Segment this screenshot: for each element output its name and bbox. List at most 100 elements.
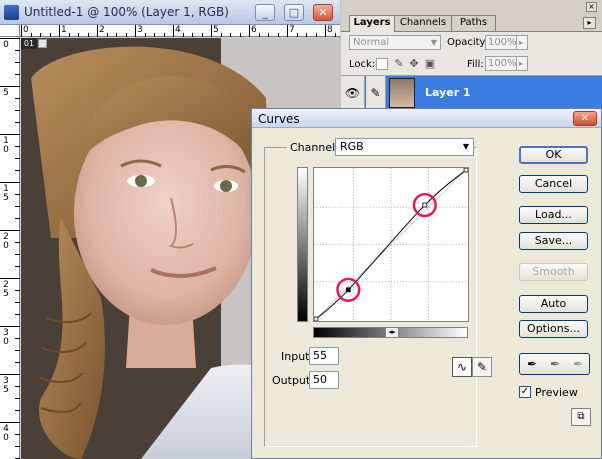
maximize-button[interactable]: □ [284, 4, 304, 21]
auto-button[interactable]: Auto [519, 295, 588, 313]
ruler-minor-tick [15, 170, 20, 171]
smooth-button: Smooth [519, 263, 588, 281]
gray-eyedropper-icon[interactable]: ✒ [545, 356, 565, 372]
ruler-label: 4 0 [3, 424, 9, 443]
dialog-title: Curves [258, 112, 300, 126]
layer-name[interactable]: Layer 1 [425, 86, 471, 99]
ruler-tick [173, 25, 174, 37]
options-button[interactable]: Options... [519, 320, 588, 338]
ruler-tick [0, 230, 20, 231]
close-button[interactable]: ✕ [313, 4, 333, 21]
brush-icon[interactable]: ✎ [366, 76, 386, 110]
vertical-ruler[interactable]: 0 5 1 0 1 5 2 0 2 5 3 0 3 5 4 0 [0, 37, 20, 459]
panel-drag-bar[interactable]: × [341, 0, 602, 14]
output-field[interactable]: 50 [309, 371, 339, 389]
ruler-minor-tick [15, 290, 20, 291]
ruler-origin[interactable] [0, 25, 20, 37]
channel-select[interactable]: RGB ▼ [335, 138, 474, 156]
ruler-minor-tick [144, 33, 146, 37]
ruler-label: 0 [23, 25, 29, 35]
ruler-tick [0, 38, 20, 39]
blend-mode-select[interactable]: Normal ▼ [349, 35, 441, 50]
ruler-tick [135, 25, 136, 37]
ruler-label: 5 [3, 88, 9, 98]
ok-button[interactable]: OK [519, 146, 588, 164]
save-button[interactable]: Save... [519, 232, 588, 250]
close-icon: ✕ [318, 6, 328, 19]
layer-row[interactable]: 👁 ✎ Layer 1 [341, 76, 602, 110]
gradient-toggle-icon[interactable]: ◂▸ [385, 327, 399, 338]
panel-menu-icon[interactable]: ▸ [583, 17, 596, 29]
ruler-minor-tick [15, 266, 20, 267]
opacity-label: Opacity: [447, 37, 489, 48]
lock-brush-icon[interactable]: ✎ [393, 58, 405, 70]
ruler-minor-tick [154, 33, 155, 37]
ruler-label: 2 0 [3, 232, 9, 251]
ruler-label: 4 [175, 25, 181, 35]
fill-arrow-icon[interactable]: ▸ [516, 56, 528, 71]
curve-point[interactable] [314, 316, 319, 321]
lock-all-icon[interactable]: ▣ [424, 58, 436, 70]
ruler-minor-tick [15, 398, 20, 399]
document-titlebar[interactable]: Untitled-1 @ 100% (Layer 1, RGB) _ □ ✕ [0, 0, 340, 25]
ruler-minor-tick [15, 302, 20, 303]
lock-transparency-icon[interactable] [376, 58, 388, 70]
curves-titlebar[interactable]: Curves ✕ [252, 109, 601, 128]
blend-mode-value: Normal [353, 37, 390, 48]
ruler-tick [249, 25, 250, 37]
white-eyedropper-icon[interactable]: ✒ [568, 356, 588, 372]
ruler-tick [211, 25, 212, 37]
ruler-minor-tick [125, 33, 127, 37]
ruler-label: 2 [99, 25, 105, 35]
tab-layers[interactable]: Layers [349, 15, 395, 32]
ruler-minor-tick [15, 314, 20, 315]
ruler-minor-tick [182, 33, 184, 37]
opacity-field[interactable]: 100% [485, 35, 517, 50]
ruler-label: 7 [289, 25, 295, 35]
minimize-button[interactable]: _ [255, 4, 275, 21]
ruler-tick [21, 25, 22, 37]
curve-graph[interactable] [313, 167, 469, 322]
input-field[interactable]: 55 [309, 347, 339, 365]
curve-point[interactable] [345, 287, 351, 293]
lock-move-icon[interactable]: ✥ [408, 58, 420, 70]
ruler-minor-tick [15, 122, 20, 123]
horizontal-ruler[interactable]: 0123456789 [20, 25, 393, 37]
cancel-button[interactable]: Cancel [519, 175, 588, 193]
ruler-label: 1 5 [3, 184, 9, 203]
ruler-minor-tick [334, 33, 336, 37]
ruler-minor-tick [192, 33, 193, 37]
black-eyedropper-icon[interactable]: ✒ [522, 356, 542, 372]
expand-icon[interactable]: ⧉ [571, 408, 591, 426]
ruler-minor-tick [258, 33, 260, 37]
opacity-arrow-icon[interactable]: ▸ [516, 35, 528, 50]
close-icon[interactable]: ✕ [573, 111, 597, 126]
load-button[interactable]: Load... [519, 206, 588, 224]
ruler-minor-tick [15, 350, 20, 351]
chevron-down-icon: ▼ [462, 142, 469, 151]
layer-thumbnail[interactable] [389, 78, 415, 108]
curve-point[interactable] [463, 168, 468, 173]
panel-close-icon[interactable]: × [586, 2, 597, 12]
tab-channels[interactable]: Channels [394, 15, 452, 31]
tab-paths[interactable]: Paths [451, 15, 496, 31]
curve-point[interactable] [422, 202, 428, 208]
ruler-minor-tick [15, 206, 20, 207]
ruler-minor-tick [15, 410, 20, 411]
ruler-minor-tick [163, 33, 165, 37]
eyedropper-group: ✒ ✒ ✒ [519, 353, 590, 375]
ruler-label: 8 [327, 25, 333, 35]
eye-icon[interactable]: 👁 [341, 76, 365, 110]
ruler-minor-tick [315, 33, 317, 37]
ruler-label: 1 0 [3, 136, 9, 155]
preview-checkbox[interactable]: ✓ [519, 386, 531, 398]
ruler-minor-tick [15, 362, 20, 363]
output-gradient-bar [297, 167, 308, 322]
ruler-minor-tick [15, 158, 20, 159]
ruler-minor-tick [78, 33, 79, 37]
fill-field[interactable]: 100% [485, 56, 517, 71]
maximize-icon: □ [288, 6, 300, 19]
pencil-icon[interactable]: ✎ [472, 357, 492, 377]
curve-tool-icon[interactable]: ∿ [452, 357, 472, 377]
frame-badge: 01 [21, 38, 37, 49]
